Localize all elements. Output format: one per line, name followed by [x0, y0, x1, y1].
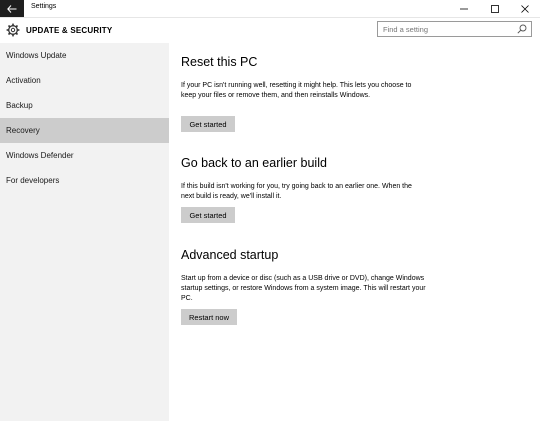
title-bar: Settings [0, 0, 540, 18]
section-title-advanced-startup: Advanced startup [181, 248, 279, 262]
section-title-reset: Reset this PC [181, 55, 258, 69]
sidebar-item-label: Windows Defender [6, 151, 74, 160]
maximize-icon [491, 4, 499, 13]
search-icon[interactable] [517, 24, 527, 34]
sidebar-item-activation[interactable]: Activation [0, 68, 169, 93]
sidebar-item-recovery[interactable]: Recovery [0, 118, 169, 143]
close-button[interactable] [510, 0, 540, 17]
section-text-reset: If your PC isn't running well, resetting… [181, 82, 412, 99]
sidebar-item-label: For developers [6, 176, 60, 185]
section-text-advanced-startup: Start up from a device or disc (such as … [181, 275, 426, 302]
sidebar: Windows Update Activation Backup Recover… [0, 43, 169, 421]
sidebar-item-windows-update[interactable]: Windows Update [0, 43, 169, 68]
gear-icon [6, 23, 20, 37]
sidebar-item-for-developers[interactable]: For developers [0, 168, 169, 193]
section-title-go-back: Go back to an earlier build [181, 156, 327, 170]
back-arrow-icon [7, 4, 17, 13]
close-icon [521, 4, 529, 13]
sidebar-item-label: Backup [6, 101, 33, 110]
sidebar-item-label: Activation [6, 76, 41, 85]
reset-get-started-button[interactable]: Get started [181, 116, 235, 132]
main-content: Reset this PC If your PC isn't running w… [169, 43, 540, 421]
search-input[interactable]: Find a setting [377, 21, 532, 37]
search-placeholder: Find a setting [383, 25, 429, 34]
sidebar-item-label: Recovery [6, 126, 40, 135]
sidebar-item-windows-defender[interactable]: Windows Defender [0, 143, 169, 168]
go-back-get-started-button[interactable]: Get started [181, 207, 235, 223]
back-button[interactable] [0, 0, 24, 17]
minimize-button[interactable] [449, 0, 479, 17]
sidebar-item-label: Windows Update [6, 51, 67, 60]
maximize-button[interactable] [480, 0, 510, 17]
minimize-icon [460, 8, 468, 9]
window-title: Settings [31, 3, 57, 10]
page-title: UPDATE & SECURITY [26, 26, 113, 35]
section-text-go-back: If this build isn't working for you, try… [181, 183, 412, 200]
restart-now-button[interactable]: Restart now [181, 309, 237, 325]
sidebar-item-backup[interactable]: Backup [0, 93, 169, 118]
